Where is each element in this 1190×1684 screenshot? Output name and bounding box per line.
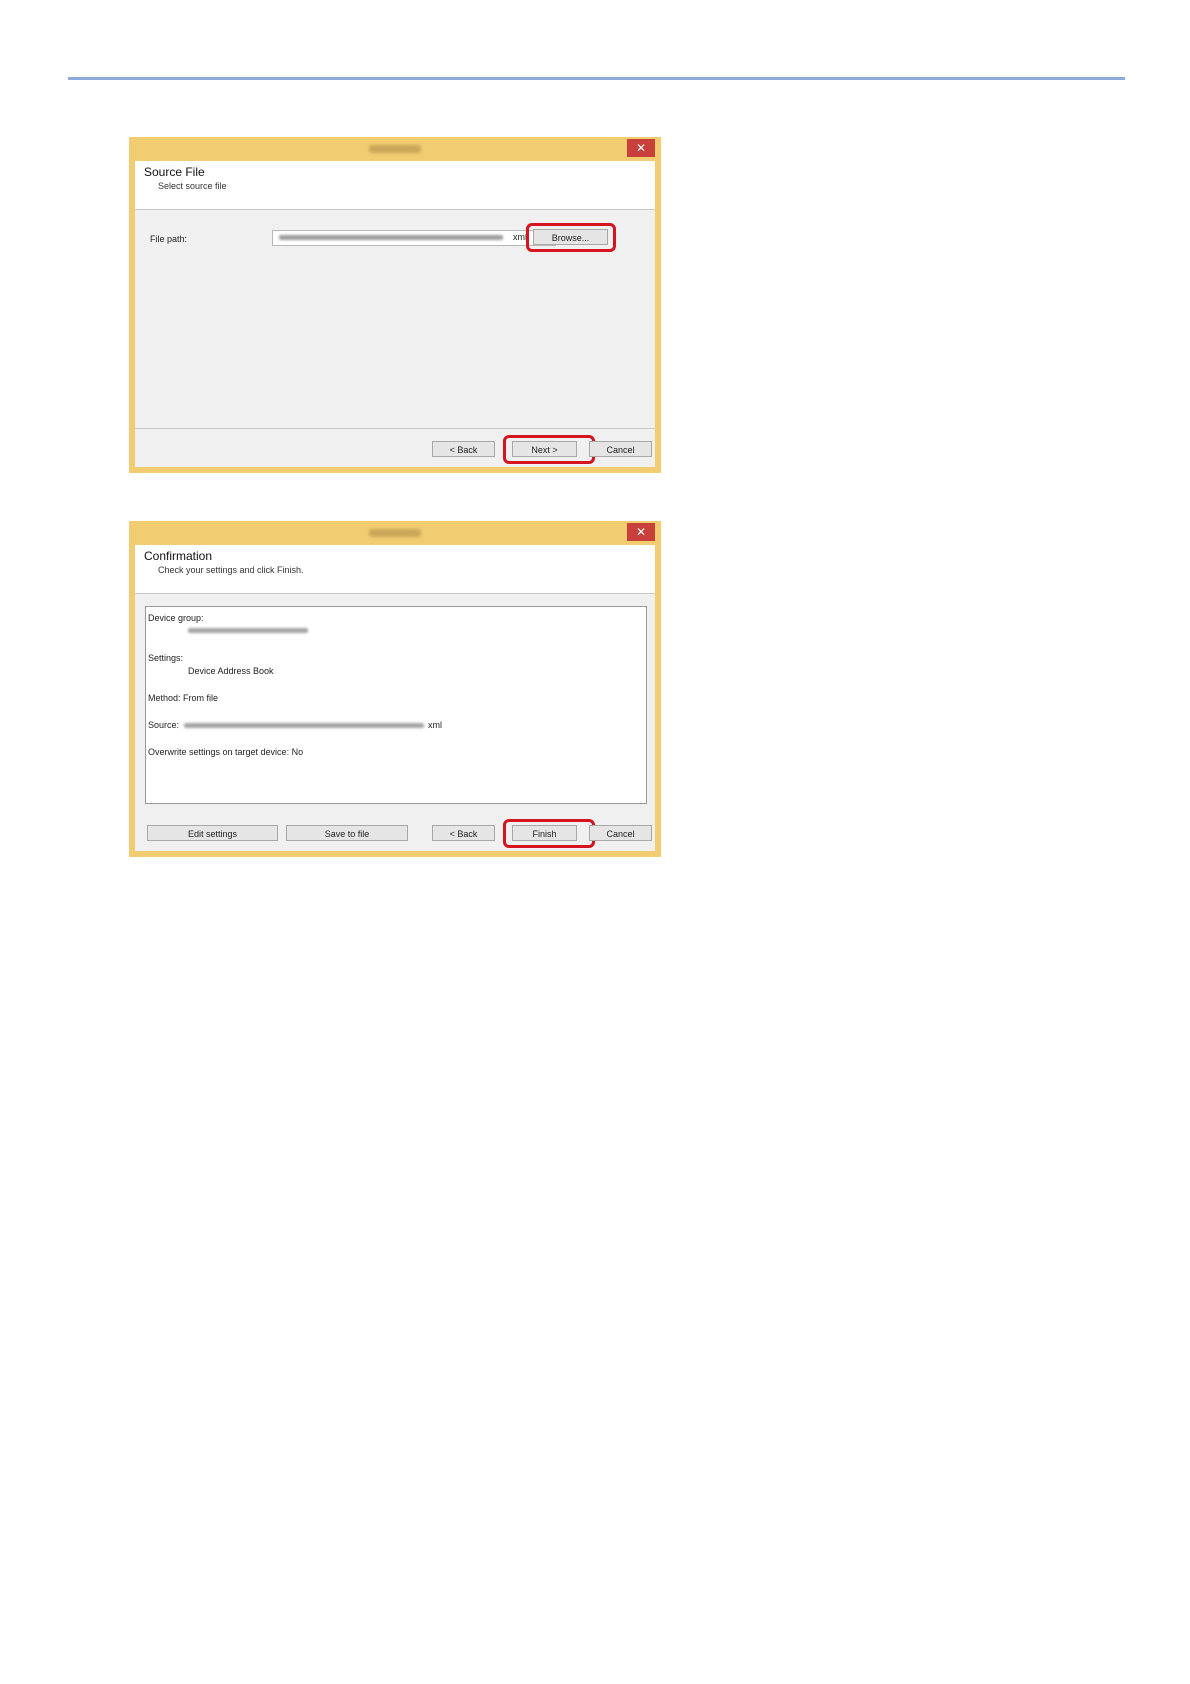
settings-label: Settings: (148, 653, 184, 663)
window-title-blurred (369, 529, 421, 537)
file-path-label: File path: (150, 234, 188, 244)
close-icon[interactable]: ✕ (627, 523, 655, 541)
dialog-client-area: Confirmation Check your settings and cli… (135, 545, 655, 851)
file-path-extension: xml (513, 232, 527, 242)
page-subtitle: Check your settings and click Finish. (158, 565, 304, 575)
wizard-header: Confirmation Check your settings and cli… (135, 545, 655, 594)
method-line: Method: From file (148, 693, 219, 703)
highlight-next (503, 435, 595, 464)
page-top-rule (68, 77, 1125, 80)
title-bar[interactable]: ✕ (129, 521, 661, 545)
device-group-label: Device group: (148, 613, 204, 623)
confirmation-dialog: ✕ Confirmation Check your settings and c… (129, 521, 661, 857)
save-to-file-button[interactable]: Save to file (286, 825, 408, 841)
highlight-browse (526, 223, 616, 252)
settings-summary-box[interactable]: Device group: Settings: Device Address B… (145, 606, 647, 804)
source-extension: xml (428, 720, 442, 730)
file-path-input[interactable]: xml (272, 230, 556, 246)
source-file-dialog: ✕ Source File Select source file File pa… (129, 137, 661, 473)
highlight-finish (503, 819, 595, 848)
device-group-blurred (188, 628, 308, 633)
page-title: Confirmation (144, 549, 213, 563)
file-path-blurred (279, 235, 503, 240)
window-title-blurred (369, 145, 421, 153)
edit-settings-button[interactable]: Edit settings (147, 825, 278, 841)
settings-value: Device Address Book (188, 666, 274, 676)
footer-separator (135, 428, 655, 429)
back-button[interactable]: < Back (432, 441, 495, 457)
overwrite-line: Overwrite settings on target device: No (148, 747, 304, 757)
source-label: Source: (148, 720, 180, 730)
dialog-client-area: Source File Select source file File path… (135, 161, 655, 467)
back-button[interactable]: < Back (432, 825, 495, 841)
title-bar[interactable]: ✕ (129, 137, 661, 161)
cancel-button[interactable]: Cancel (589, 441, 652, 457)
wizard-header: Source File Select source file (135, 161, 655, 210)
source-path-blurred (184, 723, 424, 728)
close-icon[interactable]: ✕ (627, 139, 655, 157)
page-subtitle: Select source file (158, 181, 227, 191)
cancel-button[interactable]: Cancel (589, 825, 652, 841)
page-title: Source File (144, 165, 205, 179)
